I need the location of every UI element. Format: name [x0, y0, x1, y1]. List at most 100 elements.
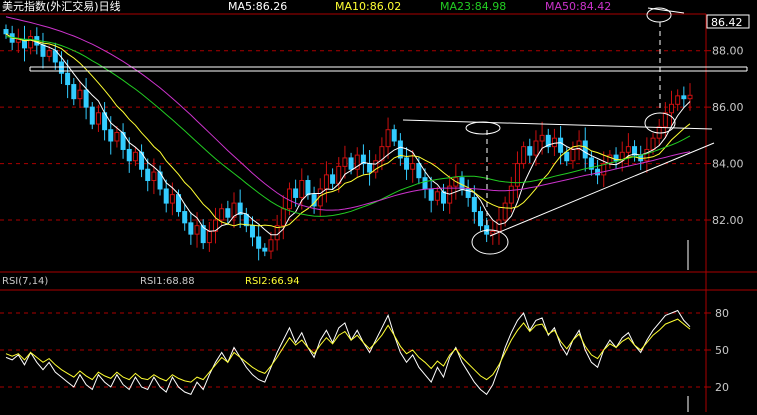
candle-body — [169, 194, 175, 204]
candle-body — [625, 146, 631, 153]
rsi1-line — [5, 309, 691, 396]
candle — [514, 151, 520, 199]
candle-body — [644, 148, 650, 162]
candle — [459, 171, 465, 196]
price-tick-label: 88.00 — [712, 45, 744, 58]
candle-body — [410, 163, 416, 170]
candle-body — [188, 222, 194, 235]
candle-body — [551, 137, 557, 148]
candle-body — [558, 137, 564, 153]
candle-body — [126, 148, 132, 162]
candle-body — [71, 84, 77, 100]
candle — [496, 206, 502, 245]
candle-body — [595, 168, 601, 176]
candle — [120, 123, 126, 159]
candle — [188, 212, 194, 245]
candle-body — [206, 230, 212, 244]
candle-body — [533, 140, 539, 156]
candle-body — [268, 239, 274, 252]
candle — [681, 86, 687, 108]
candle — [83, 78, 89, 120]
candle — [311, 186, 317, 214]
candle — [391, 124, 397, 147]
candle-body — [262, 247, 268, 252]
candle — [576, 130, 582, 161]
candle — [231, 192, 237, 228]
candle-body — [77, 89, 83, 100]
price-chart[interactable]: 88.00 86.00 84.00 82.00 80 50 20 86.42 — [0, 0, 757, 415]
candle — [354, 147, 360, 178]
ma23-line — [5, 36, 691, 217]
candle — [625, 133, 631, 166]
candle — [385, 117, 391, 159]
current-price-label: 86.42 — [711, 16, 743, 29]
candle-body — [404, 157, 410, 170]
candle-body — [336, 165, 342, 184]
candle-body — [256, 236, 262, 249]
candle — [545, 128, 551, 154]
candlesticks — [3, 24, 693, 261]
candle-body — [342, 157, 348, 167]
candle-body — [83, 89, 89, 108]
candle-body — [348, 157, 354, 170]
candle-body — [385, 129, 391, 148]
ma23-label: MA23:84.98 — [440, 0, 507, 13]
candle — [527, 138, 533, 164]
candle-body — [15, 38, 21, 43]
candle-body — [367, 163, 373, 173]
candle-body — [416, 163, 422, 179]
candle-body — [40, 44, 46, 57]
price-tick-label: 84.00 — [712, 158, 744, 171]
candle — [607, 150, 613, 169]
ma5-label: MA5:86.26 — [228, 0, 288, 13]
candle — [521, 141, 527, 169]
candle-body — [422, 177, 428, 190]
candle-body — [225, 208, 231, 218]
candle-body — [582, 140, 588, 159]
candle — [40, 32, 46, 69]
candle-body — [570, 148, 576, 162]
candle — [595, 159, 601, 185]
candle — [360, 144, 366, 175]
candle — [465, 179, 471, 207]
candle — [447, 175, 453, 214]
candle — [367, 150, 373, 186]
candle — [570, 141, 576, 169]
current-price-box: 86.42 — [706, 14, 750, 29]
candle-body — [65, 72, 71, 86]
candle — [182, 203, 188, 231]
candle-body — [243, 213, 249, 227]
candle — [490, 220, 496, 245]
candle — [428, 176, 434, 213]
candle — [268, 231, 274, 259]
target-circle — [646, 7, 672, 23]
price-tick-label: 82.00 — [712, 214, 744, 227]
candle — [397, 133, 403, 166]
rsi2-line — [5, 318, 691, 383]
ma50-label: MA50:84.42 — [545, 0, 612, 13]
candle — [373, 154, 379, 179]
candle — [601, 151, 607, 188]
candle-body — [114, 132, 120, 142]
candle — [551, 128, 557, 156]
candle — [434, 186, 440, 206]
chart-title: 美元指数(外汇交易)日线 — [2, 0, 121, 13]
candle-body — [249, 225, 255, 238]
candle — [256, 224, 262, 261]
candle — [200, 219, 206, 250]
candle-body — [669, 103, 675, 114]
candle — [262, 243, 268, 257]
candle-body — [521, 146, 527, 165]
candle-body — [293, 188, 299, 198]
candle — [582, 127, 588, 172]
candle-body — [46, 50, 52, 57]
rsi-title: RSI(7,14) — [2, 276, 49, 287]
candle — [669, 90, 675, 127]
rsi2-label: RSI2:66.94 — [245, 276, 300, 287]
candle-body — [89, 106, 95, 125]
candle-body — [539, 134, 545, 142]
candle — [15, 28, 21, 53]
candle-body — [182, 211, 188, 224]
candle-body — [447, 185, 453, 204]
candle-body — [650, 137, 656, 150]
